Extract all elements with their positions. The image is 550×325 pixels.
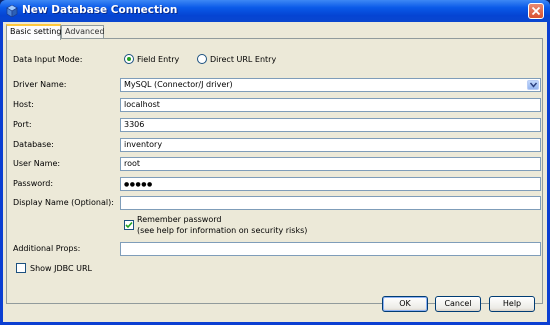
radio-selected-dot: [127, 57, 131, 61]
password-input[interactable]: ●●●●●: [120, 177, 541, 191]
remember-password-hint: (see help for information on security ri…: [137, 226, 308, 235]
additional-props-input[interactable]: [120, 242, 541, 256]
remember-password-checkbox[interactable]: [124, 220, 134, 230]
display-name-input[interactable]: [120, 196, 541, 210]
database-input[interactable]: inventory: [120, 138, 541, 152]
display-name-label: Display Name (Optional):: [13, 198, 114, 207]
driver-name-value: MySQL (Connector/J driver): [124, 80, 233, 89]
database-label: Database:: [13, 140, 54, 149]
tab-basic-setting[interactable]: Basic setting: [6, 24, 61, 40]
close-icon: [531, 6, 541, 16]
field-entry-radio[interactable]: [124, 54, 134, 64]
driver-name-select[interactable]: MySQL (Connector/J driver): [120, 78, 541, 92]
dropdown-button[interactable]: [527, 80, 539, 90]
port-input[interactable]: 3306: [120, 118, 541, 132]
dialog-window: New Database Connection Basic setting Ad…: [0, 0, 550, 325]
port-label: Port:: [13, 120, 32, 129]
direct-url-entry-radio[interactable]: [197, 54, 207, 64]
ok-button[interactable]: OK: [382, 296, 428, 312]
close-button[interactable]: [528, 3, 544, 19]
field-entry-label[interactable]: Field Entry: [137, 55, 179, 64]
cancel-button[interactable]: Cancel: [435, 296, 481, 312]
user-name-input[interactable]: root: [120, 157, 541, 171]
data-input-mode-label: Data Input Mode:: [13, 55, 83, 64]
tab-advanced[interactable]: Advanced: [61, 25, 105, 39]
database-app-icon: [6, 5, 18, 17]
title-bar[interactable]: New Database Connection: [0, 0, 550, 22]
window-title: New Database Connection: [22, 4, 178, 16]
help-button[interactable]: Help: [489, 296, 535, 312]
user-name-label: User Name:: [13, 159, 61, 168]
chevron-down-icon: [530, 82, 537, 88]
show-jdbc-url-label[interactable]: Show JDBC URL: [30, 264, 92, 273]
checkmark-icon: [125, 221, 133, 229]
host-input[interactable]: localhost: [120, 98, 541, 112]
direct-url-entry-label[interactable]: Direct URL Entry: [210, 55, 276, 64]
show-jdbc-url-checkbox[interactable]: [16, 263, 26, 273]
remember-password-label[interactable]: Remember password: [137, 215, 221, 224]
additional-props-label: Additional Props:: [13, 244, 81, 253]
driver-name-label: Driver Name:: [13, 80, 67, 89]
basic-setting-panel: Data Input Mode: Field Entry Direct URL …: [6, 38, 543, 304]
password-label: Password:: [13, 179, 54, 188]
host-label: Host:: [13, 100, 34, 109]
dialog-body: Basic setting Advanced Data Input Mode: …: [3, 22, 547, 322]
